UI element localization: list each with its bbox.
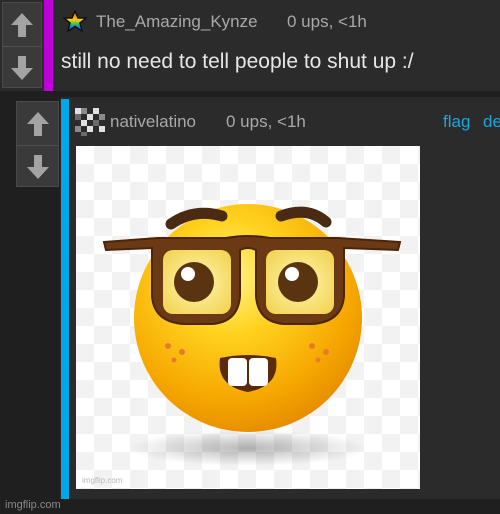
upvote-button[interactable] — [3, 3, 41, 46]
footer-watermark: imgflip.com — [5, 499, 61, 511]
flag-link[interactable]: flag — [443, 112, 470, 132]
arrow-down-icon — [11, 56, 33, 80]
comment-1-username[interactable]: The_Amazing_Kynze — [96, 12, 258, 32]
arrow-up-icon — [11, 12, 33, 37]
comment-image[interactable]: imgflip.com — [76, 146, 420, 489]
vote-box-2 — [16, 101, 59, 187]
rainbow-star-icon — [63, 10, 87, 32]
arrow-up-icon — [26, 111, 49, 136]
upvote-button[interactable] — [17, 102, 58, 145]
comment-2-color-bar — [61, 99, 69, 499]
comment-1-text: still no need to tell people to shut up … — [61, 50, 414, 73]
downvote-button[interactable] — [3, 47, 41, 89]
downvote-button[interactable] — [17, 146, 58, 188]
image-watermark: imgflip.com — [82, 476, 123, 485]
delete-link[interactable]: de — [483, 112, 500, 132]
comment-1-color-bar — [44, 0, 53, 91]
arrow-down-icon — [26, 155, 49, 179]
nerd-emoji-icon — [102, 204, 402, 466]
comment-2-meta: 0 ups, <1h — [226, 112, 306, 131]
comment-1-meta: 0 ups, <1h — [287, 12, 367, 31]
vote-box-1 — [2, 2, 42, 88]
comment-2-username[interactable]: nativelatino — [110, 112, 196, 132]
pixel-avatar-icon — [75, 108, 105, 136]
